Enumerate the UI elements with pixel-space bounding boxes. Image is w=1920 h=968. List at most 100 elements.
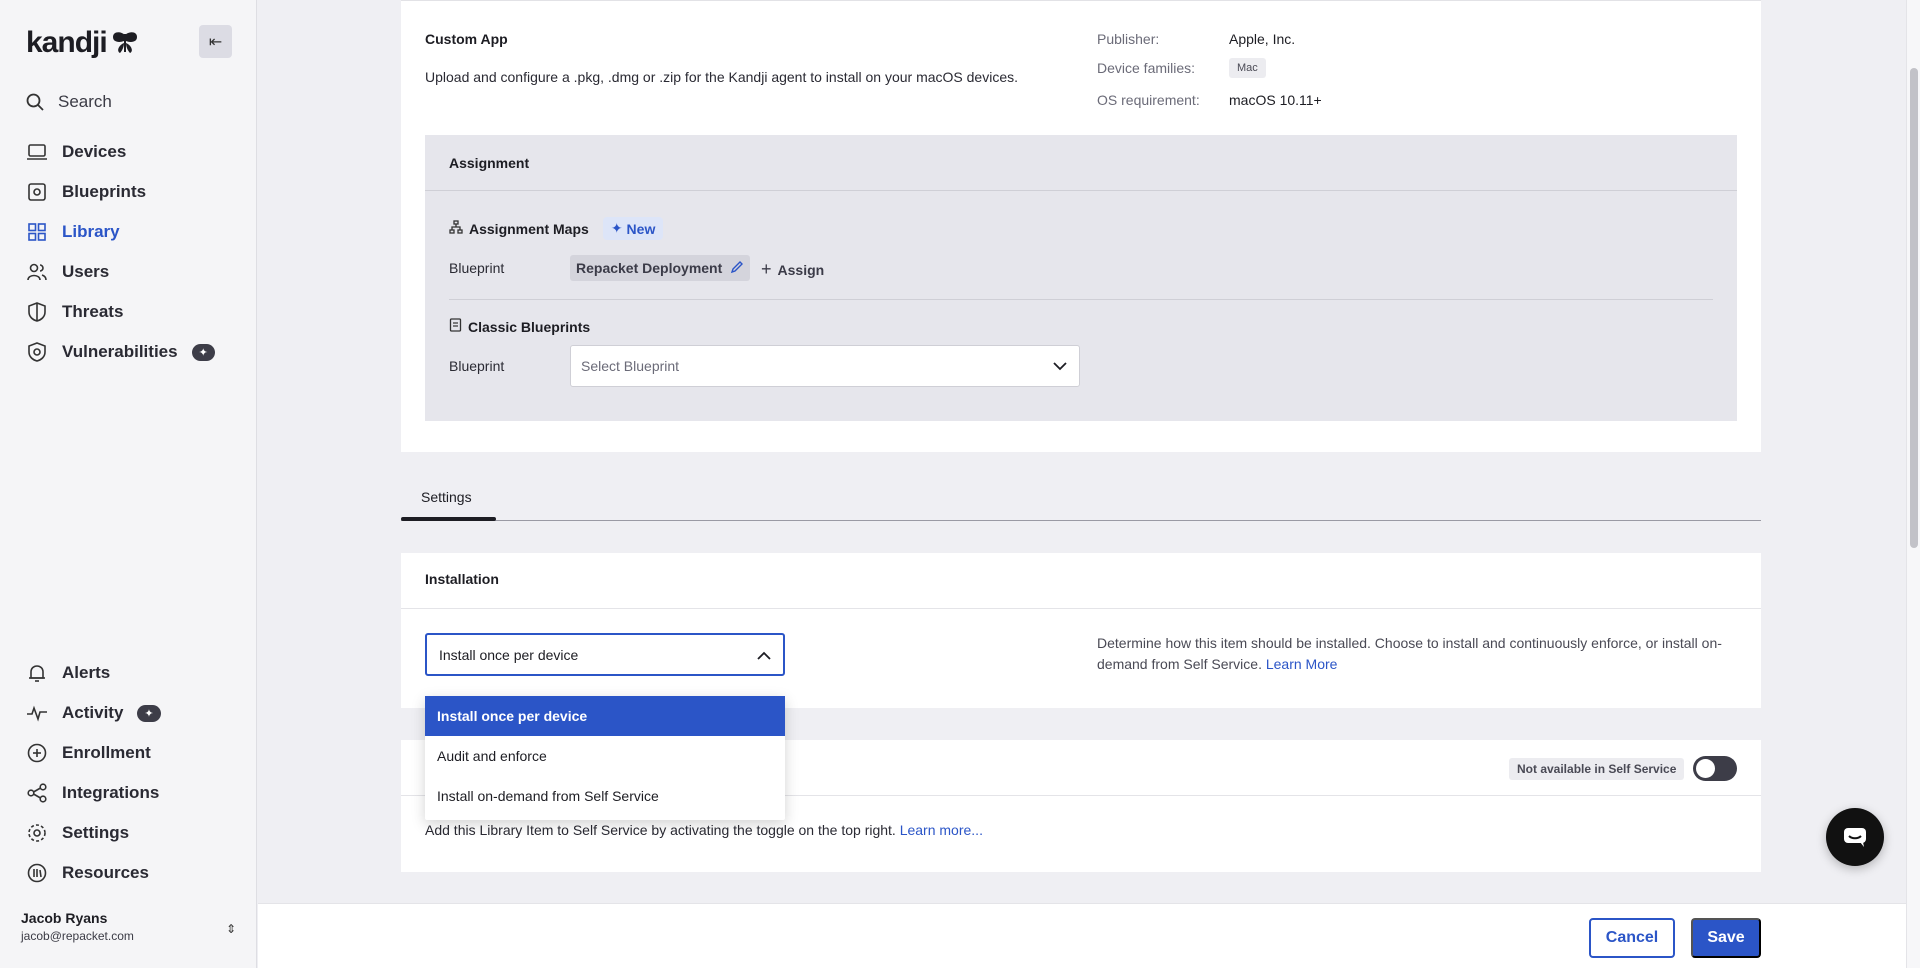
- nav-label: Alerts: [62, 663, 111, 682]
- new-badge-label: New: [626, 220, 656, 237]
- installation-options-menu: Install once per device Audit and enforc…: [425, 696, 785, 820]
- save-button[interactable]: Save: [1691, 918, 1761, 958]
- nav-item-library[interactable]: Library: [26, 212, 246, 252]
- kandji-logo[interactable]: kandji: [26, 26, 139, 60]
- shield-icon: [26, 301, 48, 323]
- users-icon: [26, 261, 48, 283]
- assign-button[interactable]: + Assign: [761, 259, 824, 280]
- brand-name: kandji: [26, 26, 108, 59]
- plus-circle-icon: [26, 742, 48, 764]
- search-label: Search: [58, 92, 112, 111]
- sparkle-icon: ✦: [144, 707, 154, 720]
- nav-item-resources[interactable]: Resources: [26, 853, 246, 893]
- learn-more-link[interactable]: Learn More: [1266, 656, 1338, 672]
- publisher-value: Apple, Inc.: [1229, 31, 1296, 47]
- nav-label: Enrollment: [62, 743, 151, 762]
- installation-help-text: Determine how this item should be instal…: [1097, 635, 1722, 672]
- assign-label: Assign: [777, 261, 825, 278]
- share-icon: [26, 782, 48, 804]
- classic-blueprint-label: Blueprint: [449, 358, 505, 374]
- nav-label: Blueprints: [62, 182, 147, 201]
- grid-icon: [26, 221, 48, 243]
- self-service-text: Add this Library Item to Self Service by…: [425, 822, 896, 838]
- nav-item-enrollment[interactable]: Enrollment: [26, 733, 246, 773]
- option-audit-enforce[interactable]: Audit and enforce: [425, 736, 785, 776]
- search-icon: [26, 93, 44, 111]
- self-service-description: Add this Library Item to Self Service by…: [425, 822, 983, 838]
- nav-label: Library: [62, 222, 120, 241]
- sidebar: kandji ⇤ Search Devices Blueprints Libra…: [0, 0, 257, 968]
- option-install-once[interactable]: Install once per device: [425, 696, 785, 736]
- user-menu[interactable]: Jacob Ryans jacob@repacket.com ⇕: [21, 910, 236, 943]
- user-email: jacob@repacket.com: [21, 929, 134, 943]
- installation-card: Installation Install once per device Det…: [401, 553, 1761, 708]
- collapse-sidebar-button[interactable]: ⇤: [199, 25, 232, 58]
- nav-item-devices[interactable]: Devices: [26, 132, 246, 172]
- classic-blueprints-title: Classic Blueprints: [449, 318, 590, 335]
- scrollbar-thumb[interactable]: [1910, 68, 1918, 548]
- cancel-button[interactable]: Cancel: [1589, 918, 1675, 958]
- assigned-blueprint-name: Repacket Deployment: [576, 260, 723, 276]
- pencil-icon[interactable]: [730, 260, 744, 277]
- resources-icon: [26, 862, 48, 884]
- new-badge: ✦ New: [602, 217, 664, 240]
- option-install-on-demand[interactable]: Install on-demand from Self Service: [425, 776, 785, 816]
- chevron-updown-icon: ⇕: [225, 922, 236, 936]
- select-blueprint-dropdown[interactable]: Select Blueprint: [570, 345, 1080, 387]
- divider: [401, 608, 1761, 609]
- assigned-blueprint-chip[interactable]: Repacket Deployment: [570, 255, 751, 281]
- self-service-learn-more-link[interactable]: Learn more...: [900, 822, 983, 838]
- nav-top: Devices Blueprints Library Users Threats…: [26, 132, 246, 372]
- page-scrollbar[interactable]: [1906, 0, 1920, 968]
- installation-selected-value: Install once per device: [439, 646, 579, 663]
- installation-help: Determine how this item should be instal…: [1097, 633, 1737, 675]
- nav-label: Vulnerabilities: [62, 342, 178, 361]
- hierarchy-icon: [449, 220, 463, 237]
- chat-icon: [1844, 828, 1866, 847]
- toggle-knob: [1696, 759, 1715, 778]
- assignment-header: Assignment: [425, 135, 1737, 191]
- chevron-up-icon: [757, 647, 771, 663]
- nav-item-alerts[interactable]: Alerts: [26, 653, 246, 693]
- app-type-title: Custom App: [425, 31, 508, 47]
- collapse-icon: ⇤: [208, 33, 223, 51]
- search-button[interactable]: Search: [26, 92, 112, 112]
- document-icon: [449, 318, 462, 335]
- divider: [449, 299, 1713, 300]
- sparkle-badge: ✦: [137, 704, 161, 722]
- shield-bug-icon: [26, 341, 48, 363]
- app-details-card: Custom App Upload and configure a .pkg, …: [401, 0, 1761, 452]
- device-families-label: Device families:: [1097, 60, 1196, 76]
- os-requirement-value: macOS 10.11+: [1229, 92, 1322, 108]
- assignment-maps-title: Assignment Maps ✦ New: [449, 217, 664, 240]
- nav-item-threats[interactable]: Threats: [26, 292, 246, 332]
- sparkle-icon: ✦: [198, 346, 208, 359]
- select-blueprint-placeholder: Select Blueprint: [581, 358, 680, 374]
- nav-item-integrations[interactable]: Integrations: [26, 773, 246, 813]
- plus-icon: +: [761, 259, 772, 279]
- chat-button[interactable]: [1826, 808, 1884, 866]
- sparkle-icon: ✦: [610, 220, 623, 236]
- gear-icon: [26, 822, 48, 844]
- laptop-icon: [26, 141, 48, 163]
- classic-blueprints-label: Classic Blueprints: [468, 318, 591, 335]
- nav-item-vulnerabilities[interactable]: Vulnerabilities ✦: [26, 332, 246, 372]
- chevron-down-icon: [1053, 358, 1067, 374]
- installation-type-select[interactable]: Install once per device: [425, 633, 785, 676]
- nav-item-blueprints[interactable]: Blueprints: [26, 172, 246, 212]
- publisher-label: Publisher:: [1097, 31, 1160, 47]
- bee-logo-icon: [112, 32, 137, 53]
- os-requirement-label: OS requirement:: [1097, 92, 1200, 108]
- self-service-status-badge: Not available in Self Service: [1509, 758, 1685, 780]
- nav-label: Settings: [62, 823, 130, 842]
- self-service-toggle[interactable]: [1693, 756, 1737, 781]
- nav-label: Integrations: [62, 783, 160, 802]
- nav-label: Resources: [62, 863, 149, 882]
- nav-item-settings[interactable]: Settings: [26, 813, 246, 853]
- sparkle-badge: ✦: [191, 343, 215, 361]
- assignment-maps-label: Assignment Maps: [469, 220, 589, 237]
- active-tab-indicator: [401, 517, 496, 521]
- nav-item-users[interactable]: Users: [26, 252, 246, 292]
- nav-item-activity[interactable]: Activity ✦: [26, 693, 246, 733]
- tab-settings[interactable]: Settings: [421, 489, 472, 505]
